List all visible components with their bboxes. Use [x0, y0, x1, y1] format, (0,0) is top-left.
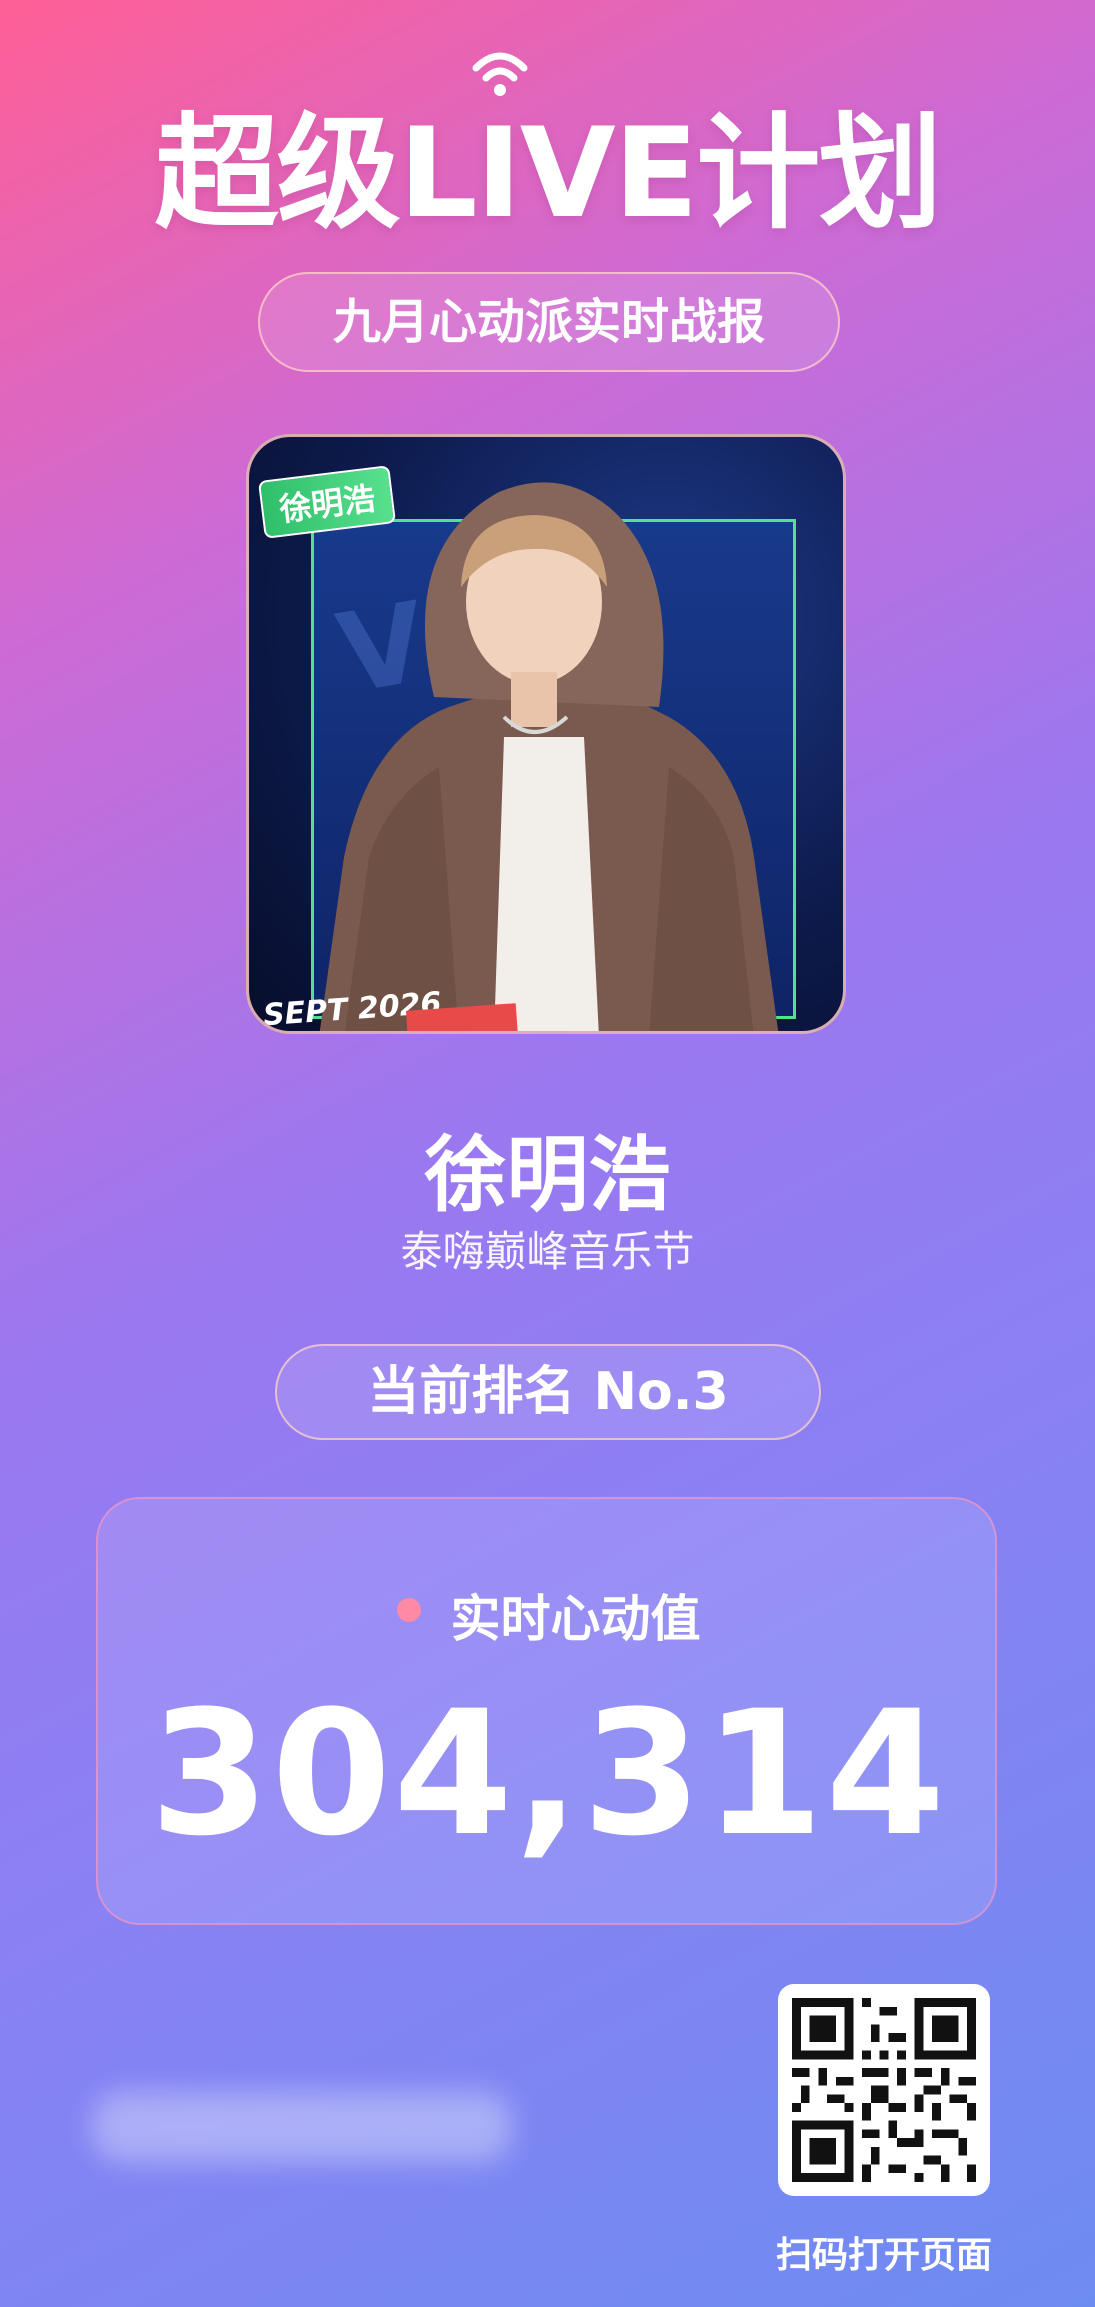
- artist-event: 泰嗨巅峰音乐节: [400, 1227, 695, 1276]
- qr-caption: 扫码打开页面: [775, 2235, 992, 2276]
- blurred-brand-logo: [92, 2092, 512, 2162]
- qr-code-icon: [792, 1998, 976, 2182]
- artist-name: 徐明浩: [424, 1128, 671, 1223]
- report-title-pill: 九月心动派实时战报: [258, 272, 840, 372]
- qr-code[interactable]: [778, 1984, 990, 2196]
- artist-photo: VE 徐明浩 SEPT 2026: [246, 434, 846, 1034]
- wifi-signal-icon: [472, 52, 528, 96]
- score-value: 304,314: [149, 1673, 948, 1874]
- live-dot-icon: [396, 1598, 421, 1622]
- app-logo: 超级LIVE计划: [0, 40, 1095, 236]
- current-rank-pill: 当前排名 No.3: [275, 1344, 821, 1440]
- score-label: 实时心动值: [450, 1590, 701, 1648]
- score-card: 实时心动值 304,314: [96, 1497, 997, 1925]
- score-label-row: 实时心动值: [98, 1579, 999, 1651]
- logo-text: 超级LIVE计划: [154, 102, 943, 246]
